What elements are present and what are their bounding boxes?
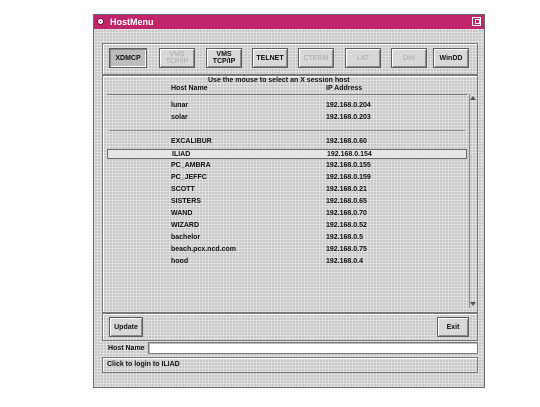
host-name-label: Host Name bbox=[108, 345, 145, 352]
ip-address-cell: 192.168.0.75 bbox=[326, 246, 367, 253]
list-instruction: Use the mouse to select an X session hos… bbox=[208, 77, 350, 84]
status-bar: Click to login to ILIAD bbox=[102, 357, 478, 373]
host-row[interactable]: lunar 192.168.0.204 bbox=[107, 101, 467, 111]
protocol-button-vms-tcp-ip[interactable]: VMS TCP/IP bbox=[206, 48, 242, 68]
ip-address-cell: 192.168.0.203 bbox=[326, 114, 371, 121]
exit-button[interactable]: Exit bbox=[437, 317, 469, 337]
host-row[interactable]: hood 192.168.0.4 bbox=[107, 257, 467, 267]
column-header-ip-address: IP Address bbox=[326, 85, 363, 92]
ip-address-cell: 192.168.0.5 bbox=[326, 234, 363, 241]
host-row[interactable]: beach.pcx.ncd.com 192.168.0.75 bbox=[107, 245, 467, 255]
host-row[interactable]: PC_AMBRA 192.168.0.155 bbox=[107, 161, 467, 171]
ip-address-cell: 192.168.0.70 bbox=[326, 210, 367, 217]
host-name-cell: WIZARD bbox=[171, 222, 199, 229]
update-button[interactable]: Update bbox=[109, 317, 143, 337]
protocol-button-din[interactable]: DIN bbox=[391, 48, 427, 68]
host-row[interactable]: solar 192.168.0.203 bbox=[107, 113, 467, 123]
host-name-cell: beach.pcx.ncd.com bbox=[171, 246, 236, 253]
host-list: lunar 192.168.0.204 solar 192.168.0.203 EXC… bbox=[107, 94, 467, 309]
ip-address-cell: 192.168.0.155 bbox=[326, 162, 371, 169]
host-row[interactable]: WIZARD 192.168.0.52 bbox=[107, 221, 467, 231]
protocol-button-cterm[interactable]: CTERM bbox=[298, 48, 334, 68]
ip-address-cell: 192.168.0.60 bbox=[326, 138, 367, 145]
protocol-button-vms-tcp-ip[interactable]: VMS TCP/IP bbox=[159, 48, 195, 68]
host-row[interactable]: PC_JEFFC 192.168.0.159 bbox=[107, 173, 467, 183]
host-name-cell: PC_AMBRA bbox=[171, 162, 211, 169]
ip-address-cell: 192.168.0.154 bbox=[327, 151, 372, 158]
host-name-cell: bachelor bbox=[171, 234, 201, 241]
host-list-panel: Use the mouse to select an X session hos… bbox=[102, 75, 478, 313]
host-row[interactable]: SISTERS 192.168.0.65 bbox=[107, 197, 467, 207]
window-menu-icon[interactable] bbox=[97, 18, 104, 25]
host-name-cell: SISTERS bbox=[171, 198, 201, 205]
host-row-selected[interactable]: ILIAD 192.168.0.154 bbox=[107, 149, 467, 159]
host-name-cell: SCOTT bbox=[171, 186, 195, 193]
ip-address-cell: 192.168.0.159 bbox=[326, 174, 371, 181]
window-title: HostMenu bbox=[110, 17, 154, 27]
title-bar: HostMenu bbox=[94, 15, 484, 29]
list-scrollbar[interactable] bbox=[469, 94, 476, 308]
protocol-button-telnet[interactable]: TELNET bbox=[252, 48, 288, 68]
host-row[interactable]: WAND 192.168.0.70 bbox=[107, 209, 467, 219]
protocol-button-lat[interactable]: LAT bbox=[345, 48, 381, 68]
host-name-cell: hood bbox=[171, 258, 189, 265]
host-row[interactable]: EXCALIBUR 192.168.0.60 bbox=[107, 137, 467, 147]
host-row[interactable]: bachelor 192.168.0.5 bbox=[107, 233, 467, 243]
host-row[interactable]: SCOTT 192.168.0.21 bbox=[107, 185, 467, 195]
host-name-input[interactable] bbox=[148, 342, 478, 354]
action-bar: Update Exit bbox=[102, 313, 478, 341]
list-separator bbox=[109, 130, 465, 131]
ip-address-cell: 192.168.0.4 bbox=[326, 258, 363, 265]
host-name-cell: lunar bbox=[171, 102, 189, 109]
protocol-toolbar: XDMCP VMS TCP/IP VMS TCP/IP TELNET CTERM LAT D… bbox=[102, 43, 478, 75]
host-name-cell: solar bbox=[171, 114, 188, 121]
scroll-down-arrow-icon[interactable] bbox=[470, 302, 476, 306]
ip-address-cell: 192.168.0.65 bbox=[326, 198, 367, 205]
host-name-cell: EXCALIBUR bbox=[171, 138, 212, 145]
scroll-up-arrow-icon[interactable] bbox=[470, 96, 476, 100]
status-text: Click to login to ILIAD bbox=[107, 361, 180, 368]
protocol-button-windd[interactable]: WinDD bbox=[433, 48, 469, 68]
ip-address-cell: 192.168.0.52 bbox=[326, 222, 367, 229]
ip-address-cell: 192.168.0.204 bbox=[326, 102, 371, 109]
ip-address-cell: 192.168.0.21 bbox=[326, 186, 367, 193]
host-name-cell: PC_JEFFC bbox=[171, 174, 207, 181]
host-name-cell: ILIAD bbox=[172, 151, 191, 158]
host-name-cell: WAND bbox=[171, 210, 193, 217]
column-header-host-name: Host Name bbox=[171, 85, 208, 92]
maximize-icon[interactable] bbox=[472, 17, 481, 26]
hostmenu-window: HostMenu XDMCP VMS TCP/IP VMS TCP/IP TELNET… bbox=[93, 14, 485, 388]
protocol-button-xdmcp[interactable]: XDMCP bbox=[109, 48, 147, 68]
